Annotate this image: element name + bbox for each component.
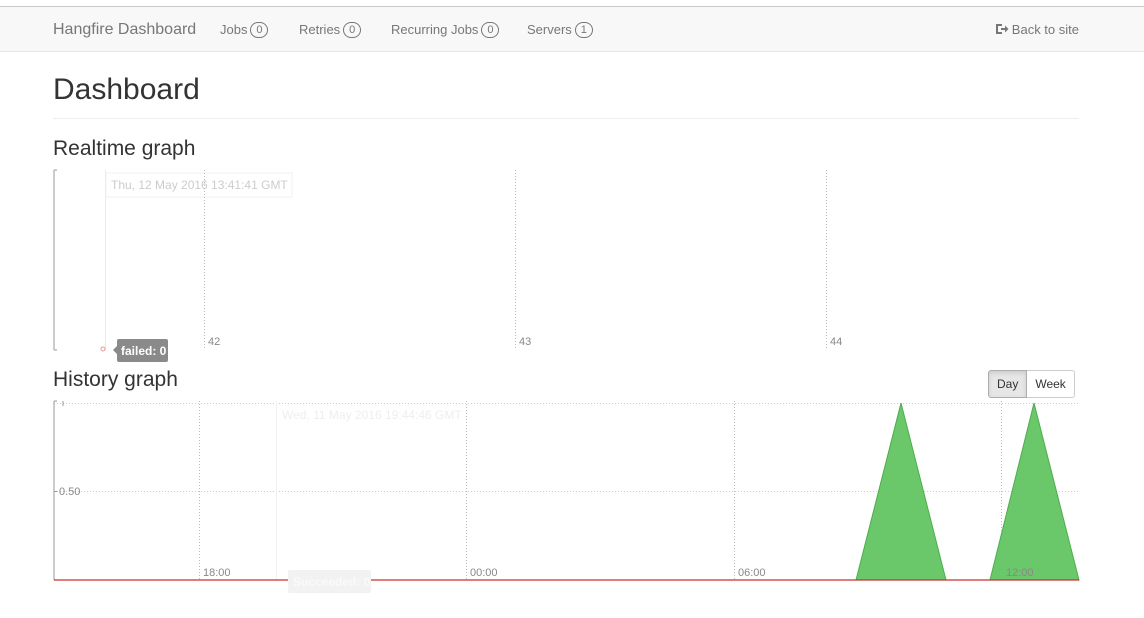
history-graph: 0.50 Wed, 11 May 2016 19:44:46 GMT 18:00… [53,400,1080,593]
history-y-tick: 0.50 [59,486,80,498]
history-x-tick: 06:00 [738,567,766,579]
history-x-tick: 18:00 [203,567,231,579]
succeeded-peak [855,402,947,581]
history-x-tick: 00:00 [470,567,498,579]
history-hover-time: Wed, 11 May 2016 19:44:46 GMT [282,408,462,422]
history-succeeded-badge-text: Succeeded: 0 [293,575,371,589]
history-x-tick: 12:00 [1006,567,1034,579]
